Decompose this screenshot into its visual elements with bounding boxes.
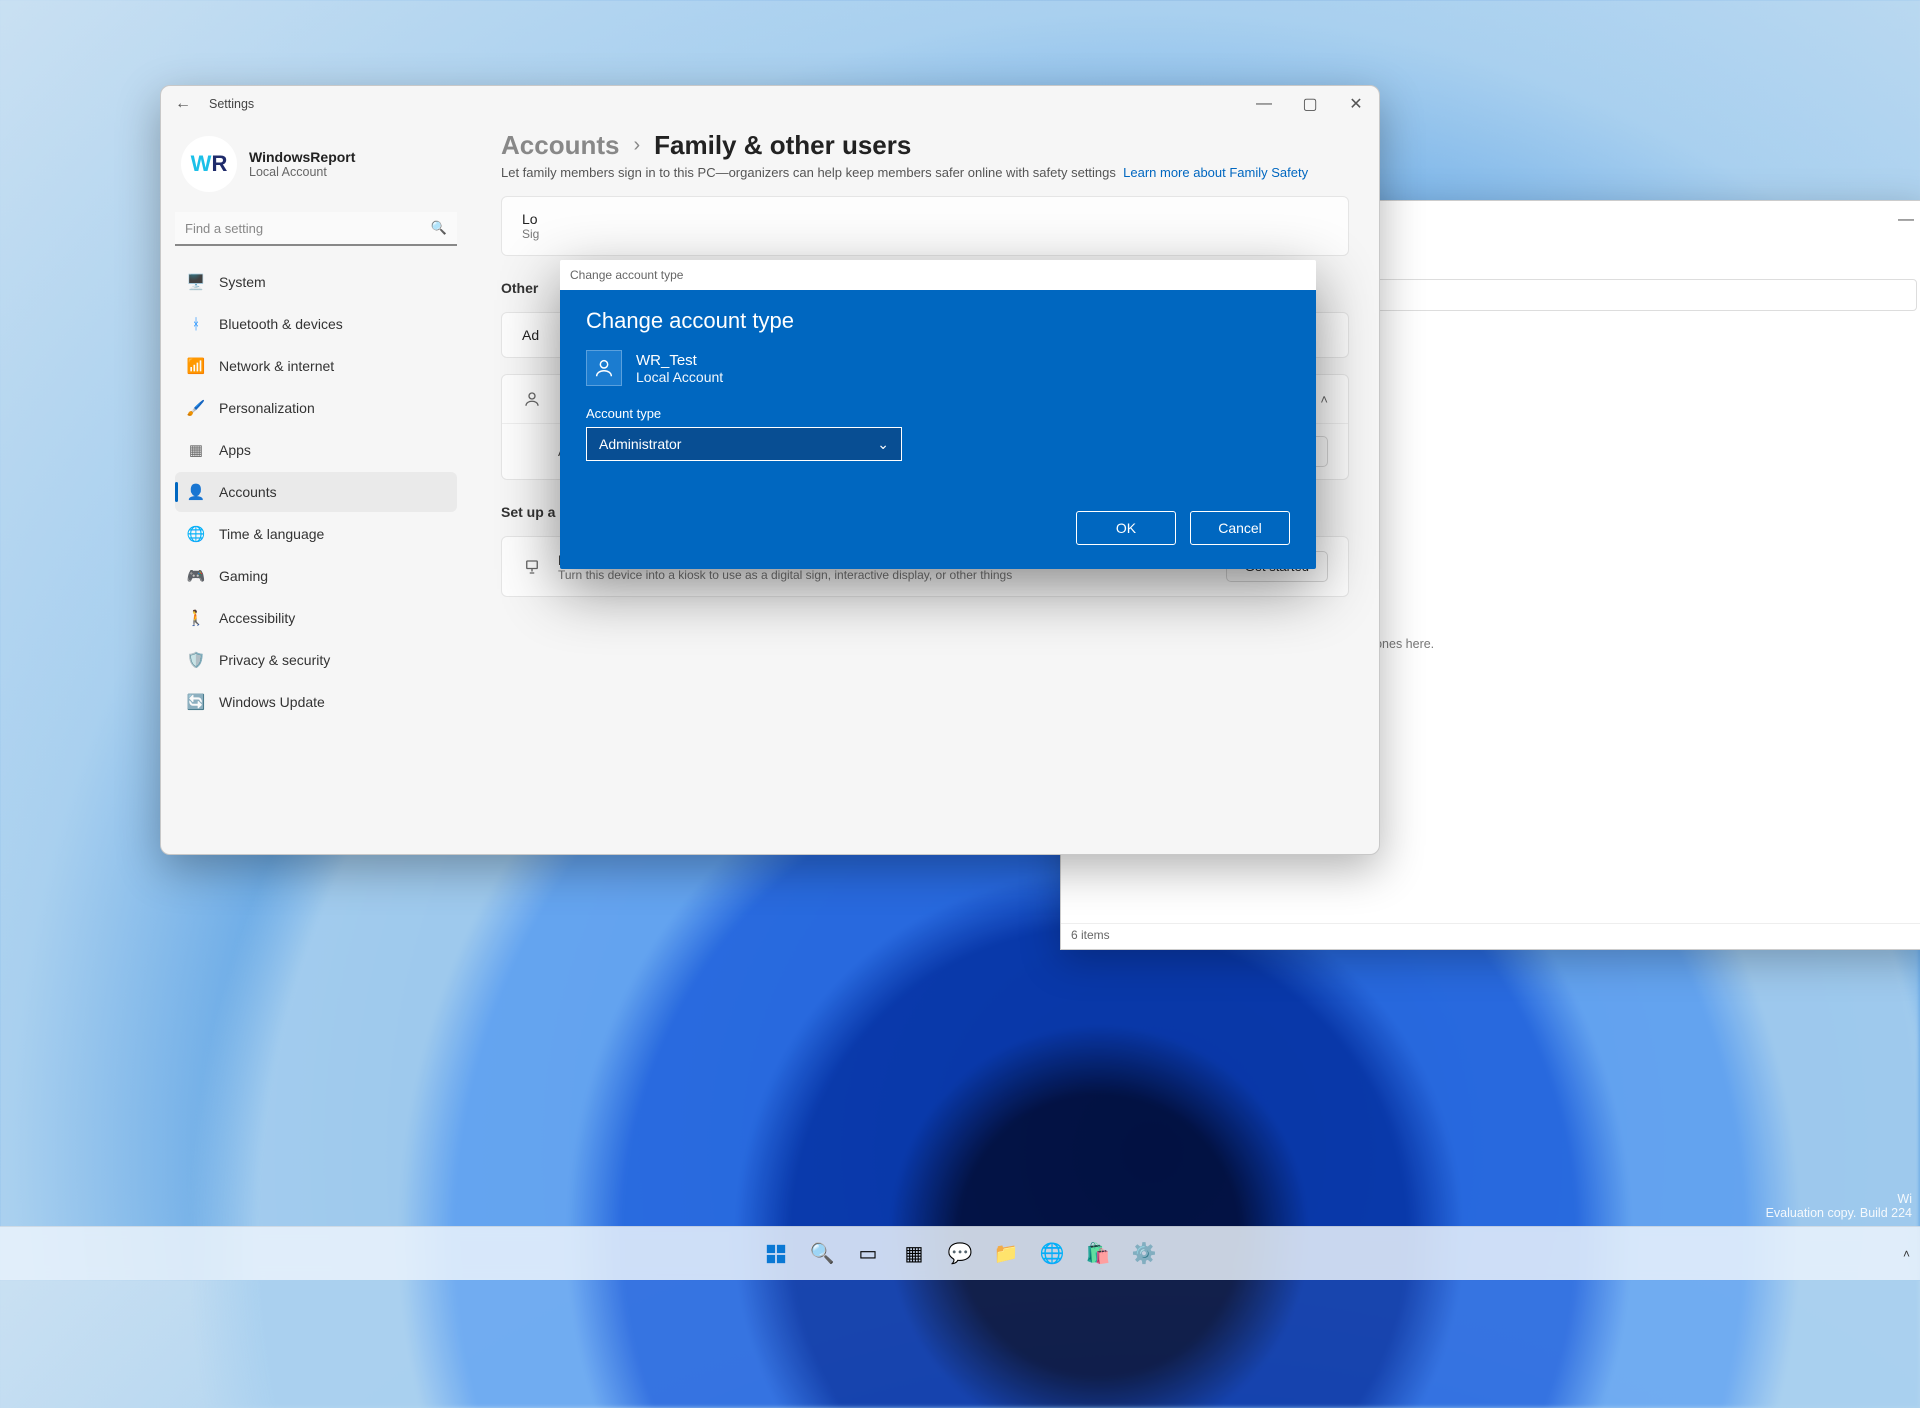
dialog-titlebar: Change account type: [560, 260, 1316, 290]
nav-icon: 👤: [187, 483, 205, 501]
taskbar-search-button[interactable]: 🔍: [803, 1235, 841, 1273]
nav-icon: 🖥️: [187, 273, 205, 291]
sidebar-item-network-internet[interactable]: 📶 Network & internet: [175, 346, 457, 386]
sidebar-item-system[interactable]: 🖥️ System: [175, 262, 457, 302]
page-title: Family & other users: [654, 130, 911, 161]
close-button[interactable]: ✕: [1333, 85, 1379, 123]
chat-button[interactable]: 💬: [941, 1235, 979, 1273]
minimize-button[interactable]: ―: [1241, 85, 1287, 123]
user-name: WindowsReport: [249, 149, 355, 165]
nav-label: Time & language: [219, 526, 324, 542]
select-value: Administrator: [599, 436, 681, 452]
chevron-down-icon: ⌄: [877, 436, 889, 453]
widgets-button[interactable]: ▦: [895, 1235, 933, 1273]
app-title: Settings: [209, 97, 254, 111]
dialog-user-name: WR_Test: [636, 352, 723, 369]
card-title: Lo: [522, 211, 539, 227]
nav-icon: ᚼ: [187, 315, 205, 333]
person-icon: [586, 350, 622, 386]
sidebar-item-gaming[interactable]: 🎮 Gaming: [175, 556, 457, 596]
family-description: Let family members sign in to this PC—or…: [501, 165, 1349, 180]
chevron-up-icon: ˄: [1320, 392, 1328, 407]
maximize-button[interactable]: ▢: [1287, 85, 1333, 123]
card-subtitle: Sig: [522, 227, 539, 241]
nav-icon: 🛡️: [187, 651, 205, 669]
nav-label: Gaming: [219, 568, 268, 584]
nav-label: System: [219, 274, 266, 290]
dialog-user-type: Local Account: [636, 369, 723, 385]
kiosk-icon: [522, 557, 542, 577]
settings-search-input[interactable]: Find a setting 🔍: [175, 212, 457, 246]
tray-chevron-icon[interactable]: ˄: [1903, 1247, 1910, 1261]
settings-taskbar-icon[interactable]: ⚙️: [1125, 1235, 1163, 1273]
start-button[interactable]: [757, 1235, 795, 1273]
user-block[interactable]: WR WindowsReport Local Account: [175, 130, 457, 210]
task-view-button[interactable]: ▭: [849, 1235, 887, 1273]
nav-label: Windows Update: [219, 694, 325, 710]
nav-label: Accessibility: [219, 610, 295, 626]
file-explorer-taskbar-icon[interactable]: 📁: [987, 1235, 1025, 1273]
explorer-minimize-button[interactable]: ―: [1883, 201, 1920, 239]
sidebar-item-time-language[interactable]: 🌐 Time & language: [175, 514, 457, 554]
card-title: Ad: [522, 327, 539, 343]
nav-label: Privacy & security: [219, 652, 330, 668]
sidebar-item-privacy-security[interactable]: 🛡️ Privacy & security: [175, 640, 457, 680]
settings-sidebar: WR WindowsReport Local Account Find a se…: [161, 122, 471, 854]
nav-label: Accounts: [219, 484, 277, 500]
sidebar-item-bluetooth-devices[interactable]: ᚼ Bluetooth & devices: [175, 304, 457, 344]
nav-label: Bluetooth & devices: [219, 316, 343, 332]
search-placeholder: Find a setting: [185, 221, 263, 236]
person-icon: [522, 389, 542, 409]
store-taskbar-icon[interactable]: 🛍️: [1079, 1235, 1117, 1273]
chevron-right-icon: ›: [633, 134, 640, 157]
nav-icon: 🚶: [187, 609, 205, 627]
user-account-type: Local Account: [249, 165, 355, 179]
back-button[interactable]: ←: [175, 95, 191, 113]
breadcrumb-root[interactable]: Accounts: [501, 130, 619, 161]
nav-label: Personalization: [219, 400, 315, 416]
dialog-title: Change account type: [586, 308, 1290, 334]
build-watermark: Wi Evaluation copy. Build 224: [1766, 1192, 1912, 1220]
account-type-label: Account type: [586, 406, 1290, 421]
sidebar-item-windows-update[interactable]: 🔄 Windows Update: [175, 682, 457, 722]
nav-icon: 📶: [187, 357, 205, 375]
nav-icon: 🔄: [187, 693, 205, 711]
ok-button[interactable]: OK: [1076, 511, 1176, 545]
breadcrumb: Accounts › Family & other users: [501, 130, 1349, 161]
cancel-button[interactable]: Cancel: [1190, 511, 1290, 545]
change-account-type-dialog: Change account type Change account type …: [560, 260, 1316, 569]
family-safety-link[interactable]: Learn more about Family Safety: [1123, 165, 1308, 180]
nav-icon: 🎮: [187, 567, 205, 585]
nav-label: Apps: [219, 442, 251, 458]
nav-label: Network & internet: [219, 358, 334, 374]
sidebar-item-accounts[interactable]: 👤 Accounts: [175, 472, 457, 512]
user-avatar: WR: [181, 136, 237, 192]
nav-icon: 🖌️: [187, 399, 205, 417]
local-account-card[interactable]: Lo Sig: [501, 196, 1349, 256]
nav-icon: ▦: [187, 441, 205, 459]
nav-icon: 🌐: [187, 525, 205, 543]
search-icon: 🔍: [431, 220, 447, 236]
explorer-status-bar: 6 items: [1061, 923, 1920, 949]
sidebar-item-personalization[interactable]: 🖌️ Personalization: [175, 388, 457, 428]
sidebar-item-accessibility[interactable]: 🚶 Accessibility: [175, 598, 457, 638]
sidebar-item-apps[interactable]: ▦ Apps: [175, 430, 457, 470]
edge-taskbar-icon[interactable]: 🌐: [1033, 1235, 1071, 1273]
taskbar: 🔍 ▭ ▦ 💬 📁 🌐 🛍️ ⚙️ ˄: [0, 1226, 1920, 1280]
account-type-select[interactable]: Administrator ⌄: [586, 427, 902, 461]
kiosk-description: Turn this device into a kiosk to use as …: [558, 568, 1012, 582]
